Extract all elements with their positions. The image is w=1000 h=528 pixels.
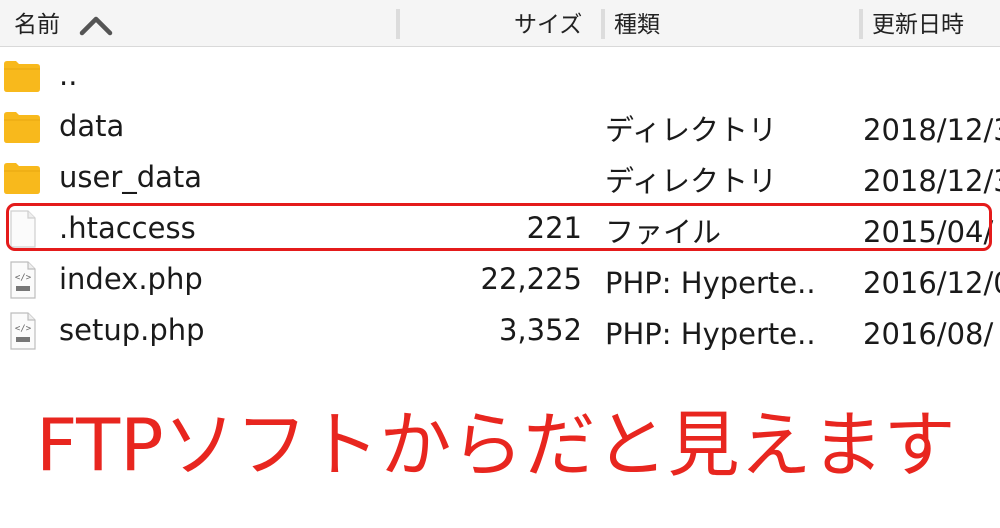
caption-annotation: FTPソフトからだと見えます (36, 403, 956, 487)
column-divider[interactable] (601, 9, 605, 39)
php-file-icon: </> (2, 260, 42, 300)
file-size: 3,352 (498, 313, 582, 347)
column-divider[interactable] (859, 9, 863, 39)
column-size-header[interactable]: サイズ (514, 0, 582, 46)
file-name: setup.php (59, 313, 205, 347)
column-kind-header[interactable]: 種類 (614, 0, 660, 46)
sort-ascending-icon[interactable] (79, 14, 113, 36)
php-file-icon: </> (2, 311, 42, 351)
folder-icon (2, 158, 42, 198)
file-row[interactable]: .. (0, 50, 1000, 101)
file-kind: ディレクトリ (605, 113, 777, 147)
column-header: 名前 サイズ 種類 更新日時 (0, 0, 1000, 47)
file-row[interactable]: user_data ディレクトリ 2018/12/3 (0, 152, 1000, 203)
file-size (400, 50, 582, 101)
file-modified-date: 2016/12/0 (863, 266, 1000, 300)
file-name: user_data (59, 160, 203, 194)
file-row[interactable]: data ディレクトリ 2018/12/3 (0, 101, 1000, 152)
file-kind: PHP: Hyperte.. (605, 266, 816, 300)
file-name: .. (59, 58, 78, 92)
column-divider[interactable] (396, 9, 400, 39)
folder-icon (2, 56, 42, 96)
file-modified-date: 2018/12/3 (863, 113, 1000, 147)
column-modified-header[interactable]: 更新日時 (872, 0, 964, 46)
column-name-header[interactable]: 名前 (14, 0, 60, 46)
svg-text:</>: </> (15, 273, 32, 283)
highlight-annotation (6, 203, 992, 251)
file-row[interactable]: </> setup.php 3,352 PHP: Hyperte.. 2016/08/ (0, 305, 1000, 356)
file-size (400, 101, 582, 152)
file-name: data (59, 109, 125, 143)
folder-icon (2, 107, 42, 147)
file-size: 22,225 (480, 262, 582, 296)
file-row[interactable]: </> index.php 22,225 PHP: Hyperte.. 2016/12/… (0, 254, 1000, 305)
svg-text:</>: </> (15, 324, 32, 334)
file-modified-date: 2016/08/ (863, 317, 994, 351)
file-name: index.php (59, 262, 203, 296)
file-kind (605, 50, 845, 105)
file-modified-date: 2018/12/3 (863, 164, 1000, 198)
file-kind: PHP: Hyperte.. (605, 317, 816, 351)
file-modified-date (863, 50, 1000, 105)
file-size (400, 152, 582, 203)
file-kind: ディレクトリ (605, 164, 777, 198)
